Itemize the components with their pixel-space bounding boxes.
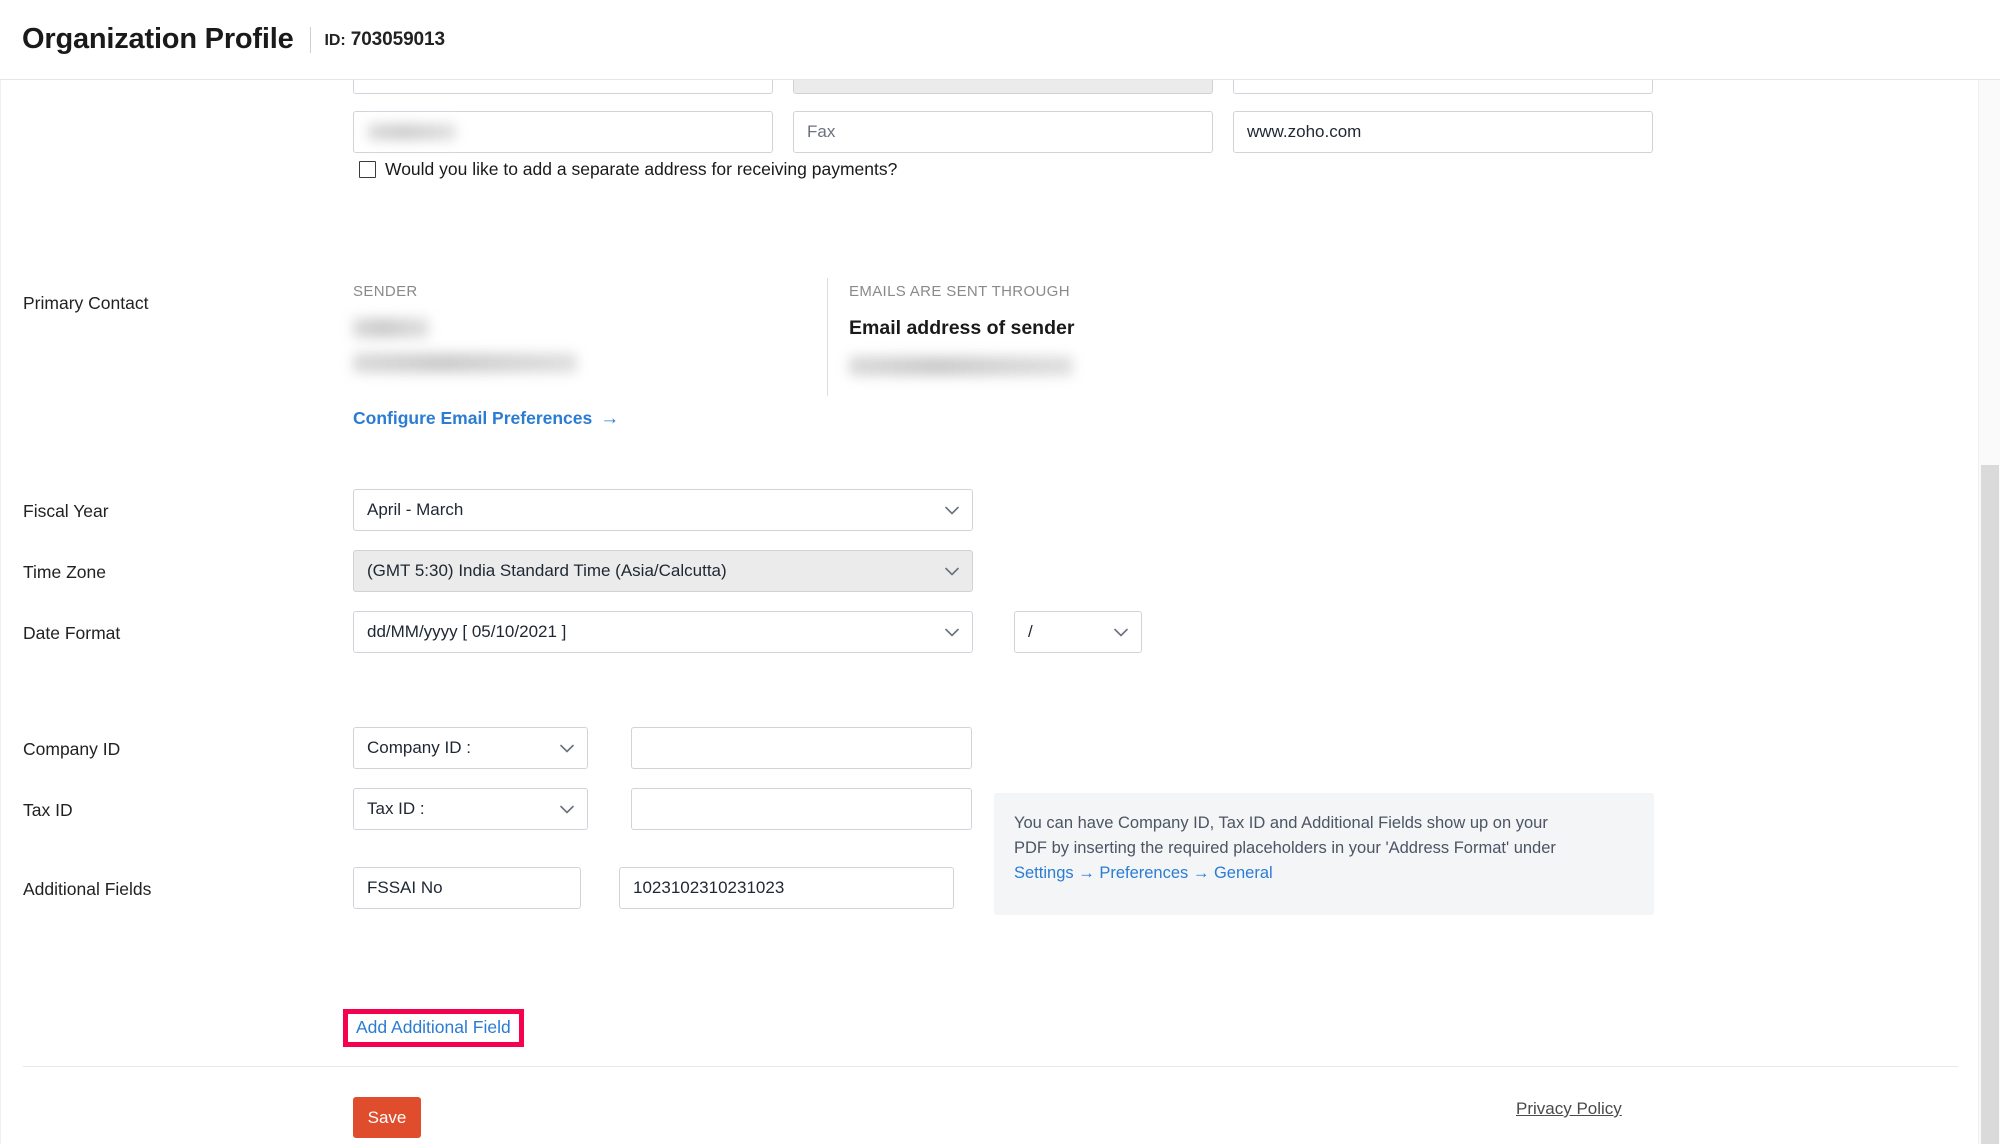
redacted-value [368, 124, 456, 140]
tax-id-prefix-value: Tax ID : [367, 799, 425, 819]
primary-contact-column-divider [827, 278, 828, 396]
organization-id-value: 703059013 [351, 29, 445, 50]
date-format-select[interactable]: dd/MM/yyyy [ 05/10/2021 ] [353, 611, 973, 653]
fiscal-year-label: Fiscal Year [23, 501, 109, 522]
primary-contact-label: Primary Contact [23, 293, 148, 314]
mobile-field-cut[interactable] [793, 80, 1213, 94]
separate-address-label: Would you like to add a separate address… [385, 159, 897, 180]
time-zone-select[interactable]: (GMT 5:30) India Standard Time (Asia/Cal… [353, 550, 973, 592]
additional-field-value-input[interactable]: 1023102310231023 [619, 867, 954, 909]
arrow-right-icon: → [600, 409, 619, 428]
organization-id-label: ID: [325, 32, 346, 49]
additional-field-value: 1023102310231023 [633, 878, 784, 898]
sender-name-redacted [353, 318, 429, 338]
separate-address-checkbox-row[interactable]: Would you like to add a separate address… [359, 159, 897, 180]
sender-email-redacted [353, 353, 577, 373]
redacted-contact-field[interactable] [353, 111, 773, 153]
footer-divider [23, 1066, 1958, 1067]
website-field-value: www.zoho.com [1247, 122, 1361, 142]
company-id-label: Company ID [23, 739, 120, 760]
additional-fields-label: Additional Fields [23, 879, 151, 900]
vertical-scrollbar-track[interactable] [1978, 80, 2000, 1144]
breadcrumb-general[interactable]: General [1214, 864, 1273, 882]
emails-sent-through-caption: EMAILS ARE SENT THROUGH [849, 283, 1070, 300]
info-box-breadcrumb[interactable]: Settings → Preferences → General [1014, 861, 1634, 886]
emails-sent-through-value: Email address of sender [849, 317, 1074, 340]
add-additional-field-highlight: Add Additional Field [343, 1009, 524, 1047]
emails-sent-through-email-redacted [849, 356, 1073, 376]
website-field-cut[interactable] [1233, 80, 1653, 94]
page-title: Organization Profile [22, 23, 294, 56]
fiscal-year-value: April - March [367, 500, 463, 520]
time-zone-value: (GMT 5:30) India Standard Time (Asia/Cal… [367, 561, 727, 581]
breadcrumb-arrow-icon: → [1078, 864, 1095, 882]
fiscal-year-select[interactable]: April - March [353, 489, 973, 531]
company-id-prefix-select[interactable]: Company ID : [353, 727, 588, 769]
chevron-down-icon [560, 744, 574, 753]
configure-email-preferences-label: Configure Email Preferences [353, 408, 592, 429]
info-box-line-1: You can have Company ID, Tax ID and Addi… [1014, 811, 1634, 836]
additional-field-name-input[interactable]: FSSAI No [353, 867, 581, 909]
phone-field-cut[interactable] [353, 80, 773, 94]
add-additional-field-link[interactable]: Add Additional Field [356, 1017, 511, 1037]
date-separator-value: / [1028, 622, 1033, 642]
breadcrumb-settings[interactable]: Settings [1014, 864, 1074, 882]
vertical-scrollbar-thumb[interactable] [1981, 465, 1999, 1144]
chevron-down-icon [945, 567, 959, 576]
breadcrumb-preferences[interactable]: Preferences [1099, 864, 1188, 882]
profile-form-scroll-area: Fax www.zoho.com Would you like to add a… [0, 80, 1978, 1144]
company-id-prefix-value: Company ID : [367, 738, 471, 758]
tax-id-input[interactable] [631, 788, 972, 830]
tax-id-prefix-select[interactable]: Tax ID : [353, 788, 588, 830]
fax-field[interactable]: Fax [793, 111, 1213, 153]
additional-field-name-value: FSSAI No [367, 878, 443, 898]
separate-address-checkbox[interactable] [359, 161, 376, 178]
chevron-down-icon [945, 506, 959, 515]
chevron-down-icon [945, 628, 959, 637]
tax-id-label: Tax ID [23, 800, 73, 821]
date-format-label: Date Format [23, 623, 120, 644]
time-zone-label: Time Zone [23, 562, 106, 583]
breadcrumb-arrow-icon: → [1193, 864, 1210, 882]
configure-email-preferences-link[interactable]: Configure Email Preferences → [353, 408, 619, 429]
save-button[interactable]: Save [353, 1097, 421, 1138]
fax-field-placeholder: Fax [807, 122, 835, 142]
organization-id: ID: 703059013 [325, 29, 445, 51]
sender-caption: SENDER [353, 283, 418, 300]
website-field[interactable]: www.zoho.com [1233, 111, 1653, 153]
placeholder-info-box: You can have Company ID, Tax ID and Addi… [994, 793, 1654, 915]
organization-profile-page: Organization Profile ID: 703059013 Fax w… [0, 0, 2000, 1144]
date-separator-select[interactable]: / [1014, 611, 1142, 653]
info-box-line-2: PDF by inserting the required placeholde… [1014, 836, 1634, 861]
company-id-input[interactable] [631, 727, 972, 769]
date-format-value: dd/MM/yyyy [ 05/10/2021 ] [367, 622, 566, 642]
header-divider [310, 27, 311, 53]
chevron-down-icon [1114, 628, 1128, 637]
privacy-policy-link[interactable]: Privacy Policy [1516, 1099, 1622, 1119]
chevron-down-icon [560, 805, 574, 814]
page-header: Organization Profile ID: 703059013 [0, 0, 2000, 80]
